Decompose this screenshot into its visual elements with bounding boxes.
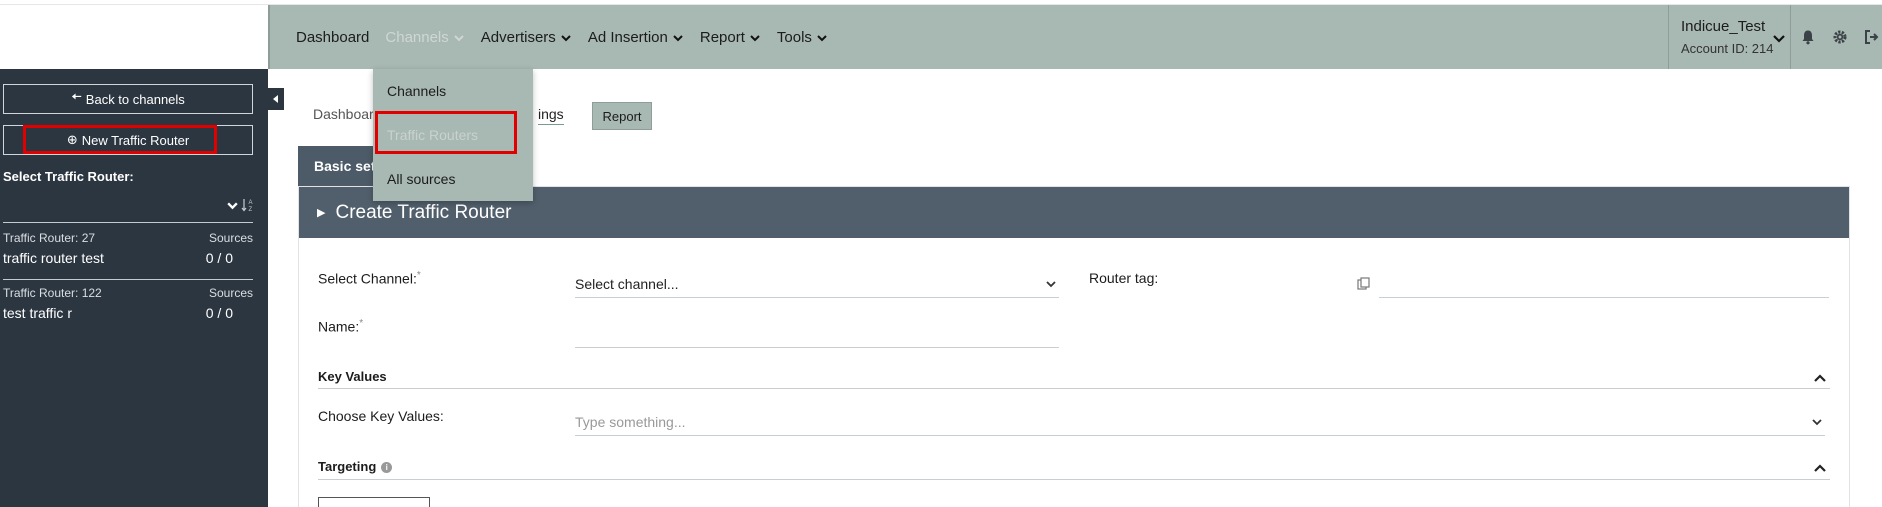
divider xyxy=(318,479,1830,480)
key-values-placeholder: Type something... xyxy=(575,413,686,430)
router-list-item[interactable]: Traffic Router: 122 Sources test traffic … xyxy=(3,286,253,321)
select-traffic-router-label: Select Traffic Router: xyxy=(3,169,134,184)
nav-items: Dashboard Channels Advertisers Ad Insert… xyxy=(296,5,844,69)
sources-label: Sources xyxy=(208,231,253,245)
back-to-channels-button[interactable]: 🠄 Back to channels xyxy=(3,84,253,114)
nav-tools[interactable]: Tools xyxy=(777,29,844,46)
breadcrumb-dashboard[interactable]: Dashboar xyxy=(313,106,374,122)
chevron-down-icon xyxy=(227,201,238,209)
top-navigation: Dashboard Channels Advertisers Ad Insert… xyxy=(268,5,1882,69)
menu-item-traffic-routers[interactable]: Traffic Routers xyxy=(387,127,478,143)
info-icon[interactable]: i xyxy=(381,462,393,474)
name-label: Name:* xyxy=(318,318,363,335)
tab-basic-settings[interactable]: Basic settings xyxy=(298,146,378,186)
back-to-channels-label: Back to channels xyxy=(85,91,185,107)
targeting-title: Targeting i xyxy=(318,459,393,474)
logo-area xyxy=(0,5,268,69)
plus-circle-icon: ⊕ xyxy=(66,132,78,147)
nav-report[interactable]: Report xyxy=(700,29,777,46)
account-name: Indicue_Test xyxy=(1681,18,1766,35)
chevron-down-icon xyxy=(453,31,465,43)
new-traffic-router-button[interactable]: ⊕ New Traffic Router xyxy=(3,125,253,155)
chevron-down-icon xyxy=(816,31,828,43)
divider xyxy=(3,222,253,223)
arrow-left-icon: 🠄 xyxy=(71,89,82,104)
key-values-title: Key Values xyxy=(318,369,387,384)
required-mark: * xyxy=(416,270,421,281)
select-channel-label-text: Select Channel: xyxy=(318,270,417,287)
router-name: traffic router test xyxy=(3,250,104,266)
targeting-button-partial[interactable] xyxy=(318,497,430,507)
name-label-text: Name: xyxy=(318,318,360,335)
sources-label: Sources xyxy=(208,286,253,300)
chevron-down-icon xyxy=(1812,419,1822,426)
breadcrumb-settings[interactable]: ings xyxy=(538,106,564,125)
chevron-down-icon xyxy=(1046,281,1056,288)
router-name: test traffic r xyxy=(3,305,72,321)
svg-text:Z: Z xyxy=(249,207,253,213)
logout-icon[interactable] xyxy=(1863,28,1881,46)
caret-left-icon xyxy=(273,95,278,103)
new-traffic-router-label: New Traffic Router xyxy=(81,132,190,148)
svg-text:A: A xyxy=(249,200,253,206)
select-channel-dropdown[interactable]: Select channel... xyxy=(575,270,1059,298)
nav-advertisers-label: Advertisers xyxy=(480,28,556,46)
router-sources-count: 0 / 0 xyxy=(205,305,233,321)
router-list-item[interactable]: Traffic Router: 27 Sources traffic router… xyxy=(3,231,253,266)
nav-channels[interactable]: Channels xyxy=(385,29,480,46)
chevron-down-icon[interactable] xyxy=(1772,31,1786,45)
chevron-down-icon xyxy=(560,31,572,43)
select-channel-label: Select Channel:* xyxy=(318,270,421,287)
menu-item-channels[interactable]: Channels xyxy=(387,83,446,99)
nav-ad-insertion-label: Ad Insertion xyxy=(587,28,668,46)
targeting-title-text: Targeting xyxy=(318,459,377,474)
create-traffic-router-panel: ▶ Create Traffic Router xyxy=(298,186,1850,507)
nav-advertisers[interactable]: Advertisers xyxy=(481,29,588,46)
nav-channels-label: Channels xyxy=(385,28,449,46)
report-button[interactable]: Report xyxy=(592,102,652,130)
nav-tools-label: Tools xyxy=(776,28,812,46)
sort-alpha-icon: AZ xyxy=(241,199,253,213)
sidebar: 🠄 Back to channels ⊕ New Traffic Router … xyxy=(0,69,268,507)
nav-ad-insertion[interactable]: Ad Insertion xyxy=(588,29,700,46)
divider xyxy=(3,279,253,280)
nav-report-label: Report xyxy=(699,28,745,46)
copy-icon[interactable] xyxy=(1357,277,1371,291)
sort-control[interactable]: AZ xyxy=(226,197,255,213)
router-id: Traffic Router: 122 xyxy=(3,286,102,300)
channels-dropdown-menu: Channels Traffic Routers All sources xyxy=(373,69,533,201)
router-tag-input[interactable] xyxy=(1379,270,1829,298)
router-sources-count: 0 / 0 xyxy=(205,250,233,266)
chevron-down-icon xyxy=(749,31,761,43)
key-values-select[interactable]: Type something... xyxy=(575,408,1825,436)
gear-icon[interactable] xyxy=(1831,28,1849,46)
router-id: Traffic Router: 27 xyxy=(3,231,96,245)
router-tag-label: Router tag: xyxy=(1089,270,1159,286)
required-mark: * xyxy=(359,318,364,329)
divider xyxy=(318,388,1830,389)
caret-right-icon: ▶ xyxy=(317,207,326,219)
bell-icon[interactable] xyxy=(1799,28,1817,46)
nav-dashboard[interactable]: Dashboard xyxy=(296,29,385,46)
chevron-up-icon[interactable] xyxy=(1813,461,1827,475)
choose-key-values-label: Choose Key Values: xyxy=(318,408,444,424)
chevron-down-icon xyxy=(672,31,684,43)
panel-title: Create Traffic Router xyxy=(335,201,512,223)
collapse-sidebar-button[interactable] xyxy=(268,88,284,110)
menu-item-all-sources[interactable]: All sources xyxy=(387,171,455,187)
select-channel-placeholder: Select channel... xyxy=(575,275,679,292)
account-menu[interactable]: Indicue_Test Account ID: 214 xyxy=(1668,5,1774,69)
name-input[interactable] xyxy=(575,320,1059,348)
account-id: Account ID: 214 xyxy=(1681,41,1774,56)
chevron-up-icon[interactable] xyxy=(1813,371,1827,385)
nav-dashboard-label: Dashboard xyxy=(296,28,370,46)
top-icons xyxy=(1790,5,1881,69)
